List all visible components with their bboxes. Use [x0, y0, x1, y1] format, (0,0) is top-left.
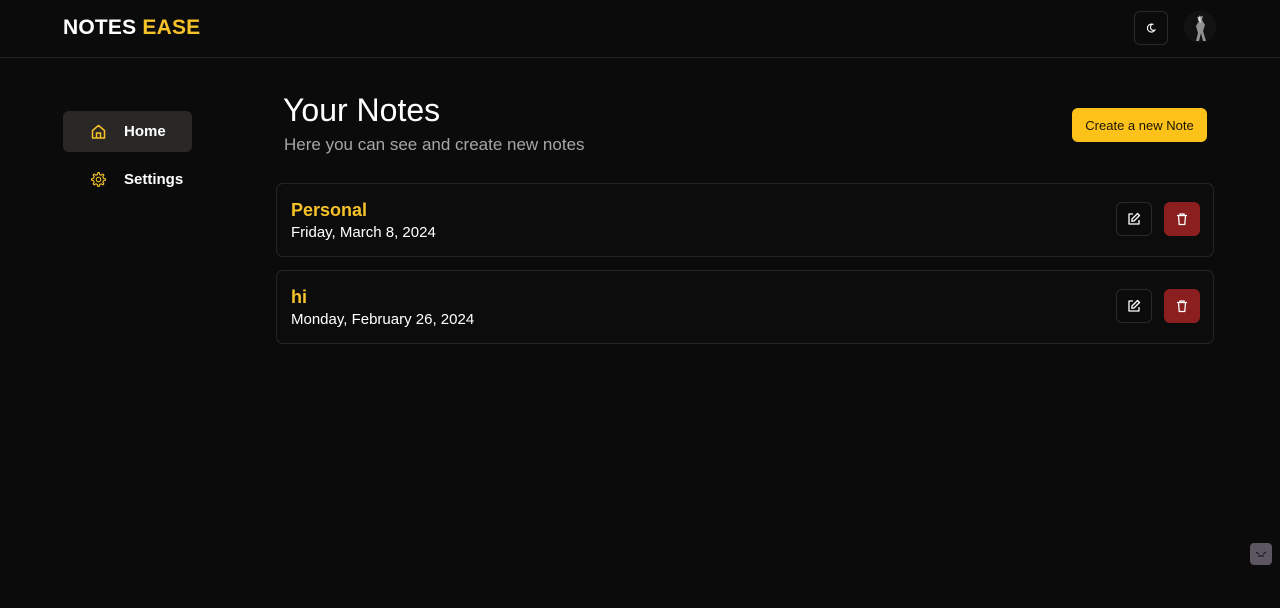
sidebar-item-label: Home	[124, 123, 166, 140]
edit-icon	[1128, 299, 1141, 312]
edit-note-button[interactable]	[1116, 289, 1152, 323]
top-bar: NOTES EASE	[0, 0, 1280, 58]
widget-icon	[1255, 551, 1267, 557]
note-title: Personal	[291, 200, 368, 220]
app-logo[interactable]: NOTES EASE	[63, 16, 200, 40]
create-note-button[interactable]: Create a new Note	[1072, 108, 1207, 142]
delete-note-button[interactable]	[1164, 289, 1200, 323]
sidebar-item-settings[interactable]: Settings	[63, 159, 192, 200]
note-card[interactable]: Personal Friday, March 8, 2024	[276, 183, 1214, 257]
page-title: Your Notes	[283, 92, 441, 128]
logo-text-ease: EASE	[142, 16, 201, 39]
sidebar-item-label: Settings	[124, 171, 184, 188]
trash-icon	[1177, 300, 1187, 313]
trash-icon	[1177, 213, 1187, 226]
floating-widget-button[interactable]	[1250, 543, 1272, 565]
moon-icon	[1146, 23, 1157, 33]
theme-toggle-button[interactable]	[1134, 11, 1168, 45]
edit-note-button[interactable]	[1116, 202, 1152, 236]
logo-text-notes: NOTES	[63, 16, 137, 39]
home-icon	[91, 124, 106, 139]
note-date: Monday, February 26, 2024	[291, 311, 475, 328]
sidebar-item-home[interactable]: Home	[63, 111, 192, 152]
edit-icon	[1128, 212, 1141, 225]
note-title: hi	[291, 287, 307, 307]
delete-note-button[interactable]	[1164, 202, 1200, 236]
avatar[interactable]	[1184, 11, 1216, 43]
gear-icon	[90, 171, 107, 188]
user-avatar-image	[1184, 11, 1216, 43]
note-card[interactable]: hi Monday, February 26, 2024	[276, 270, 1214, 344]
page-subtitle: Here you can see and create new notes	[284, 135, 585, 154]
note-date: Friday, March 8, 2024	[291, 224, 436, 241]
